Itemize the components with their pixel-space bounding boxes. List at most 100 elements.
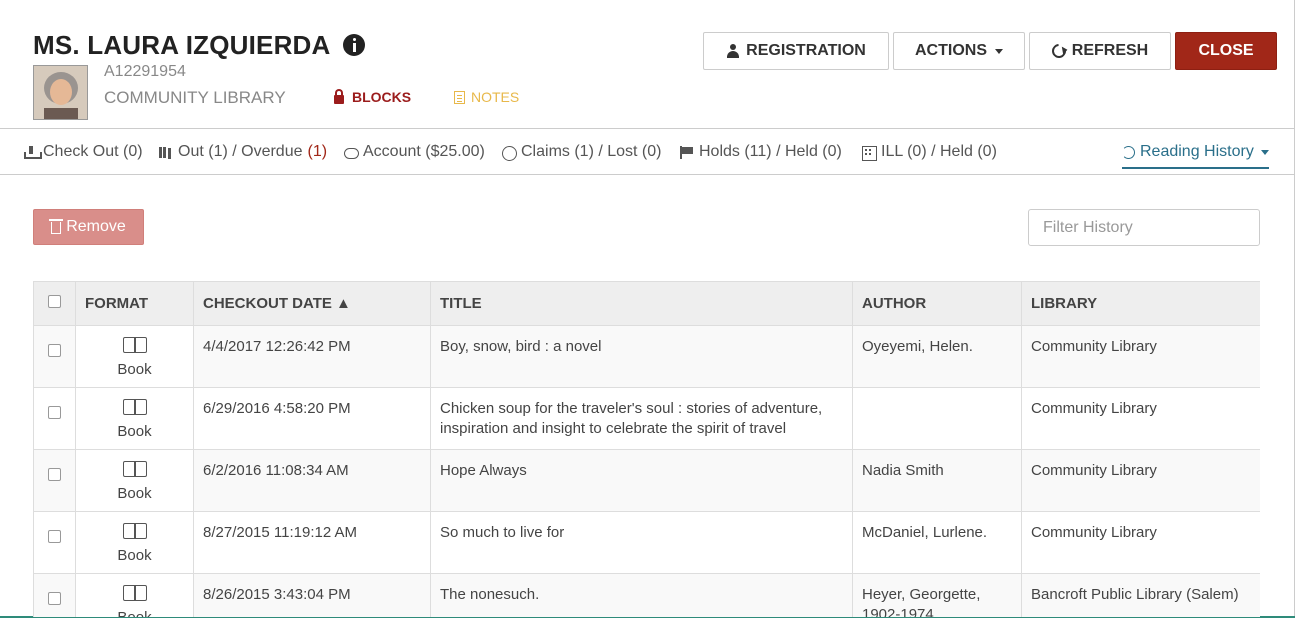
nav-ill[interactable]: ILL (0) / Held (0) — [862, 143, 997, 161]
book-icon — [122, 461, 147, 477]
info-icon[interactable] — [342, 33, 365, 56]
table-row[interactable]: Book 6/2/2016 11:08:34 AM Hope Always Nadia… — [33, 449, 1260, 512]
nav-out-overdue[interactable]: Out (1) / Overdue (1) — [159, 143, 327, 161]
nav-claims-label: Claims (1) / Lost (0) — [521, 143, 662, 160]
reading-history-table: FORMAT CHECKOUT DATE ▲ TITLE AUTHOR LIBR… — [33, 281, 1260, 617]
author-cell: McDaniel, Lurlene. — [852, 511, 1022, 574]
title-column-header[interactable]: TITLE — [430, 281, 853, 326]
author-cell: Oyeyemi, Helen. — [852, 325, 1022, 388]
row-checkbox[interactable] — [48, 592, 61, 605]
overdue-count: (1) — [307, 143, 328, 160]
row-checkbox[interactable] — [48, 468, 61, 481]
trash-icon — [49, 219, 64, 234]
table-header-row: FORMAT CHECKOUT DATE ▲ TITLE AUTHOR LIBR… — [33, 281, 1260, 326]
books-icon — [159, 146, 173, 159]
row-checkbox-cell — [33, 511, 76, 574]
nav-account-label: Account ($25.00) — [363, 143, 485, 160]
row-checkbox[interactable] — [48, 530, 61, 543]
patron-name-heading: MS. LAURA IZQUIERDA — [33, 30, 365, 61]
blocks-link[interactable]: BLOCKS — [334, 88, 412, 105]
format-cell: Book — [75, 387, 194, 450]
table-row[interactable]: Book 8/26/2015 3:43:04 PMThe nonesuch.Hey… — [33, 573, 1260, 617]
chevron-down-icon — [995, 48, 1003, 54]
format-cell: Book — [75, 325, 194, 388]
refresh-label: REFRESH — [1071, 42, 1149, 59]
remove-button[interactable]: Remove — [33, 209, 144, 245]
row-checkbox-cell — [33, 573, 76, 617]
registration-button[interactable]: REGISTRATION — [703, 32, 889, 70]
book-icon — [122, 523, 147, 539]
nav-reading-history[interactable]: Reading History — [1122, 143, 1269, 169]
library-cell: Community Library — [1021, 387, 1260, 450]
remove-label: Remove — [66, 218, 126, 235]
nav-check-out-label: Check Out (0) — [43, 143, 143, 160]
registration-label: REGISTRATION — [746, 42, 866, 59]
format-cell: Book — [75, 511, 194, 574]
row-checkbox-cell — [33, 387, 76, 450]
flag-icon — [680, 145, 694, 159]
nav-holds[interactable]: Holds (11) / Held (0) — [680, 143, 842, 161]
patron-nav-bar: Check Out (0) Out (1) / Overdue (1) Acco… — [0, 128, 1294, 175]
nav-out-label: Out (1) / Overdue — [178, 143, 303, 160]
row-checkbox-cell — [33, 449, 76, 512]
refresh-icon — [1048, 41, 1069, 61]
title-cell: So much to live for — [430, 511, 853, 574]
reading-history-table-wrapper: FORMAT CHECKOUT DATE ▲ TITLE AUTHOR LIBR… — [33, 281, 1260, 617]
author-column-header[interactable]: AUTHOR — [852, 281, 1022, 326]
format-label: Book — [85, 608, 184, 617]
frown-icon — [502, 145, 517, 161]
format-label: Book — [117, 547, 152, 564]
actions-label: ACTIONS — [915, 42, 987, 59]
upload-icon — [24, 145, 42, 159]
row-checkbox[interactable] — [48, 406, 61, 419]
close-button[interactable]: CLOSE — [1175, 32, 1277, 70]
chevron-down-icon — [1260, 149, 1269, 155]
format-label: Book — [117, 423, 152, 440]
format-cell: Book — [75, 573, 194, 617]
notes-link[interactable]: NOTES — [454, 89, 519, 105]
row-checkbox-cell — [33, 325, 76, 388]
select-all-checkbox[interactable] — [48, 295, 61, 308]
row-checkbox[interactable] — [48, 344, 61, 357]
person-icon — [726, 44, 740, 58]
library-column-header[interactable]: LIBRARY — [1021, 281, 1260, 326]
library-cell: Community Library — [1021, 325, 1260, 388]
library-cell: Community Library — [1021, 511, 1260, 574]
nav-account[interactable]: Account ($25.00) — [344, 143, 485, 161]
format-label: Book — [117, 361, 152, 378]
title-cell: Hope Always — [430, 449, 853, 512]
library-cell: Community Library — [1021, 449, 1260, 512]
checkout-date-column-header[interactable]: CHECKOUT DATE ▲ — [193, 281, 431, 326]
patron-avatar — [33, 65, 88, 120]
checkout-date-cell: 4/4/2017 12:26:42 PM — [193, 325, 431, 388]
nav-check-out[interactable]: Check Out (0) — [24, 143, 143, 161]
notes-label: NOTES — [471, 89, 520, 105]
author-cell — [852, 387, 1022, 450]
book-icon — [122, 399, 147, 415]
author-cell: Nadia Smith — [852, 449, 1022, 512]
refresh-button[interactable]: REFRESH — [1029, 32, 1171, 70]
checkout-date-cell: 6/29/2016 4:58:20 PM — [193, 387, 431, 450]
nav-holds-label: Holds (11) / Held (0) — [699, 143, 842, 160]
table-row[interactable]: Book 8/27/2015 11:19:12 AM So much to live… — [33, 511, 1260, 574]
patron-home-library: COMMUNITY LIBRARY — [104, 88, 286, 107]
checkout-date-cell: 8/27/2015 11:19:12 AM — [193, 511, 431, 574]
actions-button[interactable]: ACTIONS — [893, 32, 1025, 70]
format-column-header[interactable]: FORMAT — [75, 281, 194, 326]
filter-history-input[interactable] — [1028, 209, 1260, 246]
table-row[interactable]: Book 4/4/2017 12:26:42 PM Boy, snow, bird … — [33, 325, 1260, 388]
money-icon — [344, 146, 359, 159]
title-cell: The nonesuch. — [430, 573, 853, 617]
lock-icon — [334, 88, 344, 104]
title-cell: Chicken soup for the traveler's soul : s… — [430, 387, 853, 450]
checkout-date-cell: 6/2/2016 11:08:34 AM — [193, 449, 431, 512]
book-icon — [122, 585, 147, 601]
table-row[interactable]: Book 6/29/2016 4:58:20 PM Chicken soup for… — [33, 387, 1260, 450]
book-icon — [122, 337, 147, 353]
note-icon — [454, 90, 465, 104]
blocks-label: BLOCKS — [352, 89, 412, 105]
building-icon — [862, 145, 877, 161]
library-cell: Bancroft Public Library (Salem) — [1021, 573, 1260, 617]
avatar-image — [34, 66, 87, 119]
nav-claims-lost[interactable]: Claims (1) / Lost (0) — [502, 143, 661, 161]
